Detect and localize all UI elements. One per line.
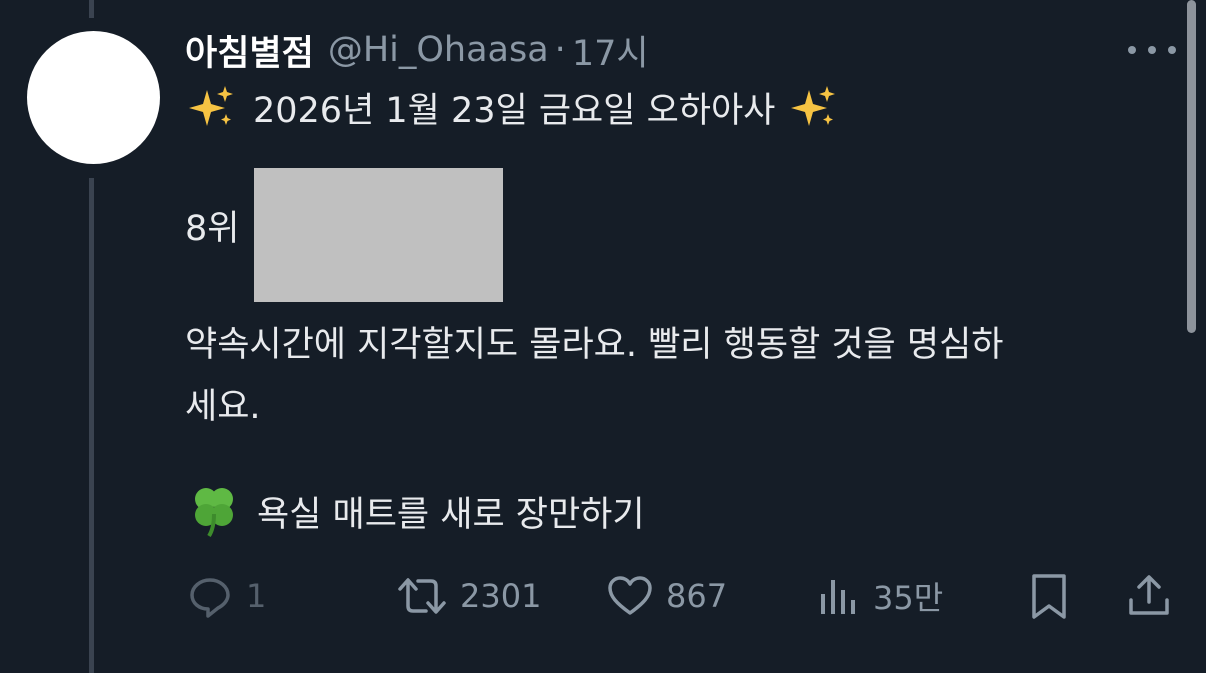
views-icon: [821, 580, 855, 614]
fortune-line-1: 약속시간에 지각할지도 몰라요. 빨리 행동할 것을 명심하: [185, 325, 1004, 365]
scrollbar-thumb[interactable]: [1187, 0, 1196, 333]
title-line: 2026년 1월 23일 금요일 오하아사: [187, 82, 837, 133]
post-title: 2026년 1월 23일 금요일 오하아사: [253, 91, 776, 131]
like-count: 867: [666, 577, 728, 615]
share-icon: [1129, 575, 1169, 615]
more-horizontal-icon[interactable]: [1128, 36, 1176, 64]
sparkles-emoji-icon: [791, 85, 836, 126]
four-leaf-clover-emoji-icon: [195, 488, 233, 538]
separator-dot: ·: [554, 30, 566, 70]
sparkles-emoji-icon: [189, 85, 233, 126]
reply-button[interactable]: 1: [186, 572, 266, 620]
display-name[interactable]: 아침별점: [185, 25, 314, 76]
avatar[interactable]: [27, 31, 160, 164]
retweet-icon: [398, 578, 446, 614]
thread-line-top: [89, 0, 94, 18]
lucky-item-line: 욕실 매트를 새로 장만하기: [187, 484, 645, 538]
post-view: 아침별점 @Hi_Ohaasa · 17시 2026년 1월 23일 금요일 오…: [0, 0, 1206, 673]
heart-icon: [608, 576, 652, 615]
views-button[interactable]: 35만: [817, 572, 943, 620]
user-handle[interactable]: @Hi_Ohaasa: [328, 30, 549, 70]
action-bar: 1 2301 867 35만: [0, 562, 1206, 632]
bookmark-icon: [1032, 574, 1066, 619]
lucky-item-text: 욕실 매트를 새로 장만하기: [257, 494, 645, 535]
share-button[interactable]: [1126, 572, 1172, 620]
retweet-count: 2301: [460, 577, 542, 615]
bookmark-button[interactable]: [1029, 572, 1069, 622]
fortune-line-2: 세요.: [185, 387, 261, 427]
retweet-button[interactable]: 2301: [396, 572, 541, 620]
like-button[interactable]: 867: [606, 572, 727, 620]
post-time[interactable]: 17시: [572, 25, 649, 76]
reply-count: 1: [246, 577, 267, 615]
redacted-block: [254, 168, 503, 302]
rank-text: 8위: [185, 209, 240, 249]
view-count: 35만: [873, 579, 944, 617]
post-header: 아침별점 @Hi_Ohaasa · 17시: [185, 24, 649, 76]
reply-icon: [190, 578, 230, 618]
